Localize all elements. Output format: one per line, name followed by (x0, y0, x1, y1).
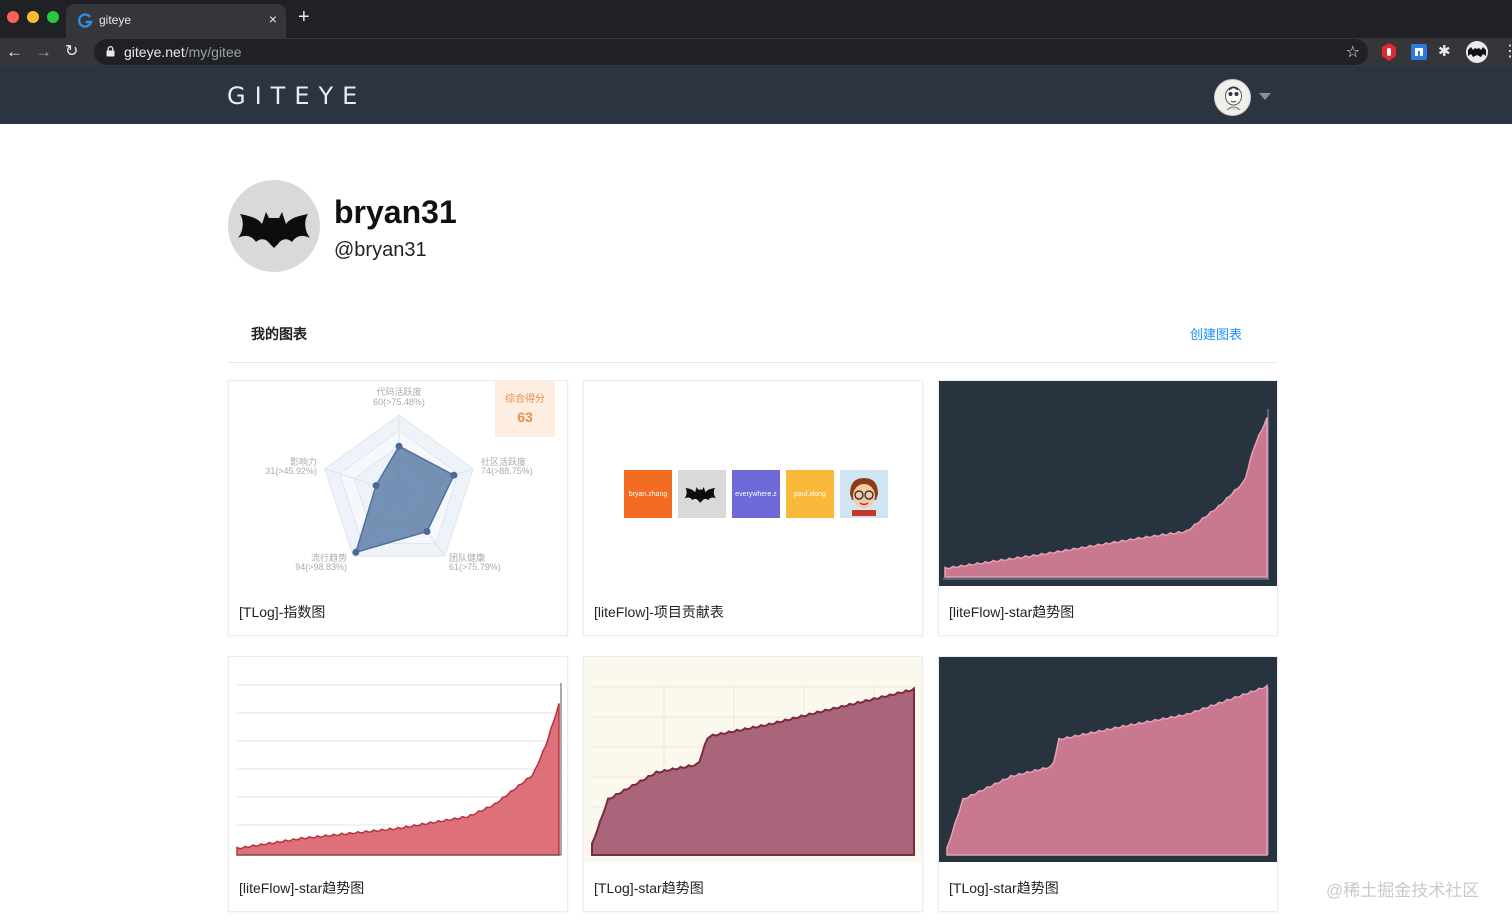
extension-red-hand-icon[interactable] (1379, 42, 1399, 62)
lock-icon (106, 46, 115, 57)
contributor-avatar[interactable]: everywhere.z (732, 470, 780, 518)
radar-chart: 代码活跃度 60(>75.48%) 社区活跃度 74(>88.75%) 团队健康… (265, 381, 555, 572)
bat-logo-icon (238, 212, 310, 248)
card-title: [TLog]-指数图 (239, 604, 326, 620)
star-trend-chart (584, 657, 922, 862)
profile-handle: @bryan31 (334, 239, 427, 261)
contributor-list: bryan.zhang everywhere.z paul.xiong (624, 470, 888, 518)
bookmark-star-icon[interactable]: ☆ (1346, 42, 1360, 62)
chart-card[interactable]: [TLog]-star趋势图 (583, 656, 923, 912)
radar-point (395, 442, 403, 450)
radar-axis-value: 60(>75.48%) (373, 397, 425, 407)
contributor-avatar[interactable]: bryan.zhang (624, 470, 672, 518)
url-text: giteye.net/my/gitee (124, 44, 242, 60)
user-menu-caret-icon[interactable] (1259, 93, 1271, 100)
star-trend-preview (939, 381, 1277, 586)
card-title: [TLog]-star趋势图 (594, 880, 704, 896)
browser-tab-bar: giteye × + (0, 0, 1512, 38)
url-host: giteye.net (124, 44, 185, 60)
chart-card[interactable]: [liteFlow]-star趋势图 (228, 656, 568, 912)
browser-tab[interactable]: giteye × (66, 4, 286, 38)
reload-button[interactable]: ↻ (65, 40, 78, 64)
site-header: GITEYE (0, 66, 1512, 124)
star-trend-chart (236, 683, 562, 856)
url-path: /my/gitee (184, 44, 242, 60)
star-trend-area (236, 703, 560, 856)
radar-point (423, 528, 431, 535)
profile-avatar (228, 180, 320, 272)
score-value: 63 (517, 409, 533, 425)
star-trend-preview (584, 657, 922, 862)
browser-menu-icon[interactable]: ⋮ (1502, 41, 1512, 61)
window-zoom-button[interactable] (47, 11, 59, 23)
radar-point (372, 482, 380, 489)
bat-logo-icon (684, 487, 716, 503)
score-label: 综合得分 (505, 392, 545, 405)
radar-chart-preview: 代码活跃度 60(>75.48%) 社区活跃度 74(>88.75%) 团队健康… (229, 381, 567, 586)
user-avatar[interactable] (1214, 79, 1251, 116)
window-minimize-button[interactable] (27, 11, 39, 23)
create-chart-link[interactable]: 创建图表 (1190, 324, 1242, 343)
radar-axis-label: 代码活跃度 (376, 386, 421, 397)
my-charts-heading: 我的图表 (251, 326, 307, 342)
tab-title: giteye (99, 13, 132, 27)
contributor-avatar[interactable]: paul.xiong (786, 470, 834, 518)
contributors-preview: bryan.zhang everywhere.z paul.xiong (584, 381, 922, 586)
watermark: @稀土掘金技术社区 (1326, 881, 1480, 900)
browser-toolbar: ← → ↻ giteye.net/my/gitee ☆ ✱ ⋮ (0, 38, 1512, 66)
chart-card[interactable]: [liteFlow]-star趋势图 (938, 380, 1278, 636)
extension-blue-icon[interactable] (1409, 42, 1429, 62)
card-title: [liteFlow]-star趋势图 (949, 604, 1075, 620)
radar-point (352, 548, 360, 556)
new-tab-button[interactable]: + (298, 6, 310, 29)
back-button[interactable]: ← (6, 40, 23, 64)
radar-axis-value: 31(>45.92%) (265, 466, 317, 476)
radar-point (450, 471, 458, 479)
address-bar[interactable]: giteye.net/my/gitee ☆ (94, 39, 1368, 65)
star-trend-preview (229, 657, 567, 862)
radar-axis-value: 74(>88.75%) (481, 466, 533, 476)
extensions-puzzle-icon[interactable]: ✱ (1438, 42, 1458, 62)
star-trend-chart (939, 657, 1277, 862)
card-title: [liteFlow]-项目贡献表 (594, 604, 724, 620)
contributor-avatar[interactable] (678, 470, 726, 518)
card-title: [TLog]-star趋势图 (949, 880, 1059, 896)
chart-card[interactable]: bryan.zhang everywhere.z paul.xiong [liteF… (583, 380, 923, 636)
radar-axis-value: 94(>98.83%) (295, 562, 347, 572)
card-title: [liteFlow]-star趋势图 (239, 880, 365, 896)
chart-card[interactable]: [TLog]-star趋势图 (938, 656, 1278, 912)
star-trend-preview (939, 657, 1277, 862)
section-divider (228, 362, 1278, 363)
window-close-button[interactable] (7, 11, 19, 23)
cartoon-face-icon (850, 478, 878, 516)
tab-close-icon[interactable]: × (269, 11, 277, 27)
chart-card[interactable]: 代码活跃度 60(>75.48%) 社区活跃度 74(>88.75%) 团队健康… (228, 380, 568, 636)
star-trend-chart (939, 381, 1277, 586)
giteye-favicon-icon (78, 13, 93, 28)
contributor-avatar[interactable] (840, 470, 888, 518)
radar-axis-value: 61(>75.79%) (449, 562, 501, 572)
profile-name: bryan31 (334, 194, 457, 230)
profile-avatar-icon[interactable] (1466, 41, 1488, 63)
giteye-logo[interactable]: GITEYE (227, 82, 366, 110)
forward-button[interactable]: → (35, 40, 52, 64)
